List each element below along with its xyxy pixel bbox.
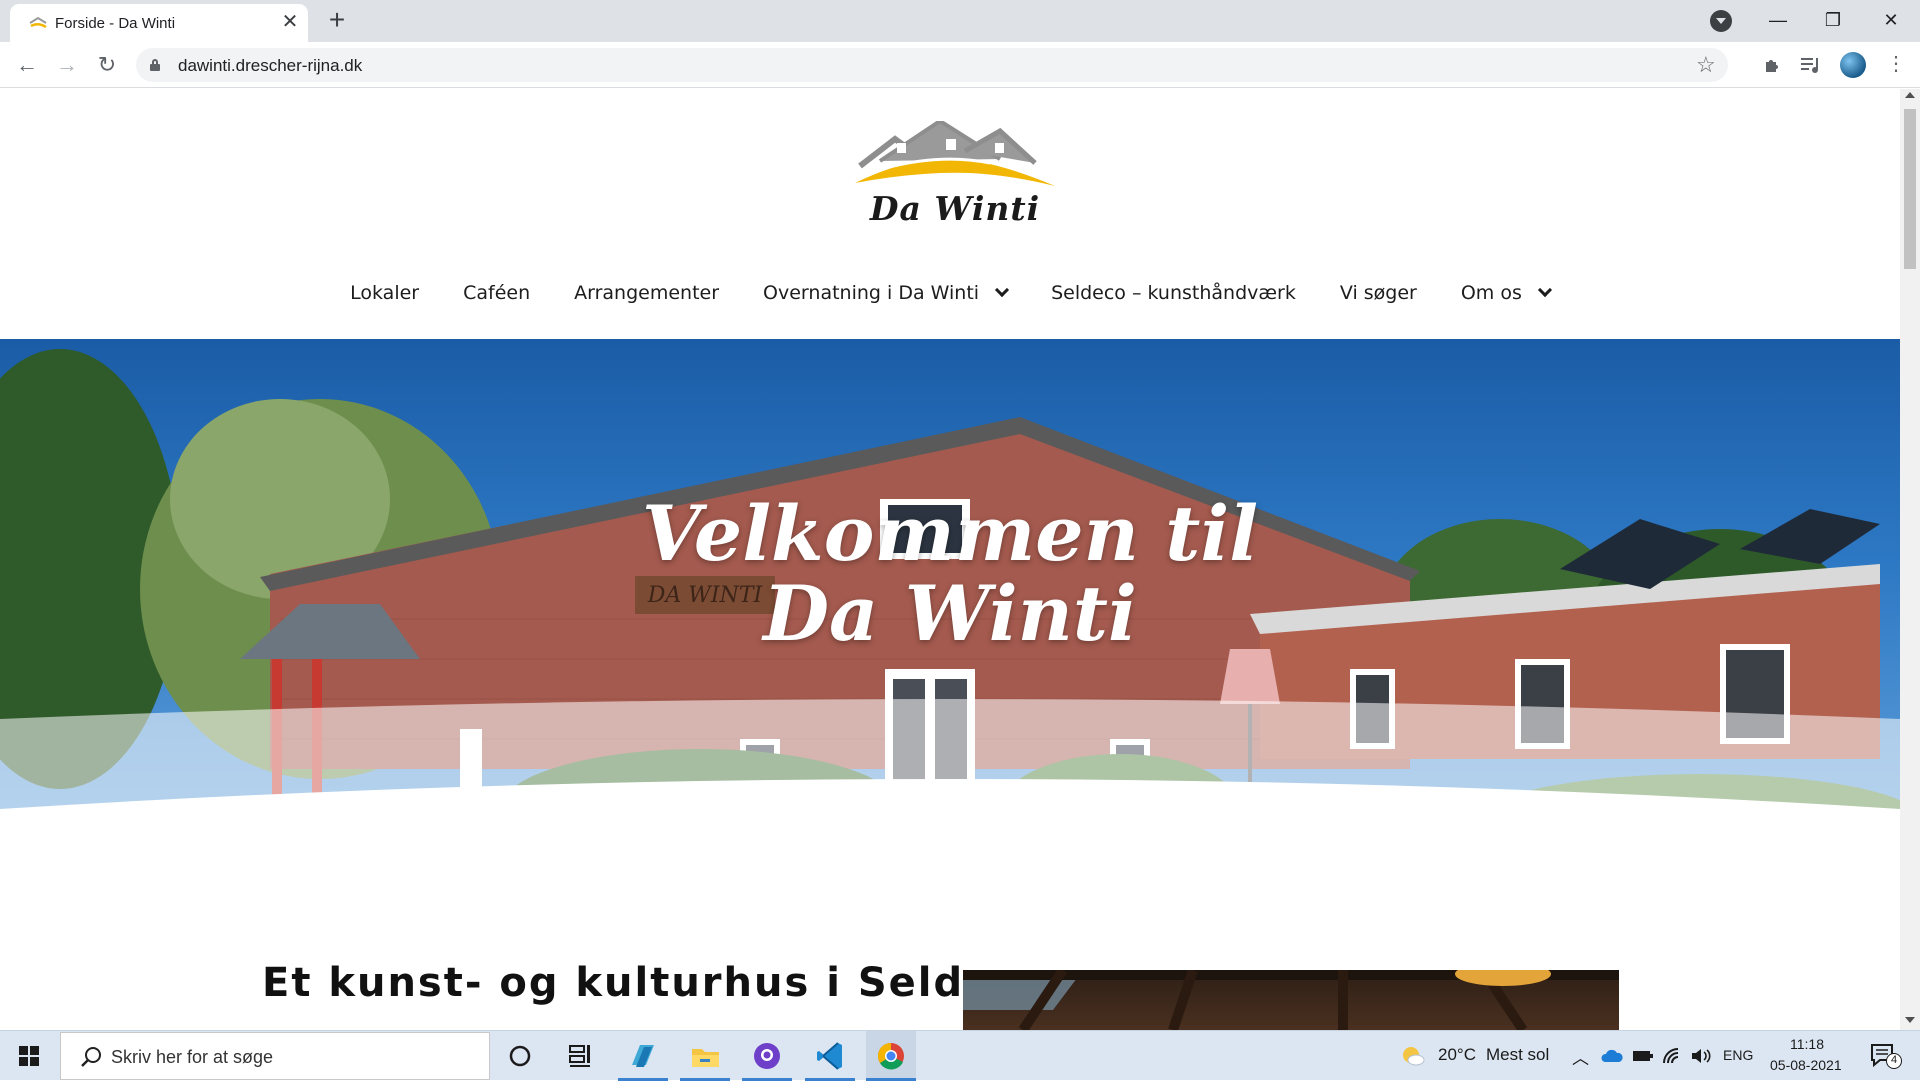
volume-icon[interactable]	[1690, 1047, 1712, 1065]
profile-avatar[interactable]	[1840, 52, 1866, 78]
tab-strip: Forside - Da Winti ✕ + — ❐ ✕	[0, 0, 1920, 42]
input-language[interactable]: ENG	[1723, 1047, 1753, 1063]
nav-item-label: Seldeco – kunsthåndværk	[1051, 282, 1296, 304]
notification-center-icon[interactable]: 4	[1868, 1041, 1902, 1071]
file-explorer-icon[interactable]	[680, 1031, 730, 1081]
lock-icon[interactable]	[150, 59, 160, 71]
weather-icon[interactable]	[1400, 1043, 1426, 1069]
taskbar: Skriv her for at søge 20°C Mest sol ︿ EN…	[0, 1030, 1920, 1081]
media-control-icon[interactable]	[1800, 55, 1822, 75]
tab-title: Forside - Da Winti	[55, 15, 176, 32]
wifi-icon[interactable]	[1662, 1047, 1682, 1065]
maximize-button[interactable]: ❐	[1810, 0, 1856, 40]
hero-banner: DA WINTI Velkommen til Da Winti	[0, 339, 1900, 832]
chevron-down-icon[interactable]	[1537, 282, 1552, 298]
nav-item-seldeco-kunsthåndværk[interactable]: Seldeco – kunsthåndværk	[1029, 275, 1318, 311]
weather-description[interactable]: Mest sol	[1486, 1045, 1549, 1065]
nav-item-arrangementer[interactable]: Arrangementer	[552, 275, 741, 311]
nav-item-label: Om os	[1460, 282, 1522, 304]
battery-icon[interactable]	[1632, 1049, 1654, 1063]
onedrive-icon[interactable]	[1600, 1048, 1624, 1064]
hero-title-line2: Da Winti	[763, 569, 1137, 658]
task-view-icon[interactable]	[555, 1031, 605, 1081]
nav-item-vi-søger[interactable]: Vi søger	[1318, 275, 1439, 311]
site-logo[interactable]: Da Winti	[850, 118, 1060, 241]
address-bar[interactable]: dawinti.drescher-rijna.dk ☆	[136, 48, 1728, 82]
search-icon	[81, 1047, 101, 1067]
browser-tab[interactable]: Forside - Da Winti ✕	[10, 4, 308, 42]
nav-item-overnatning-i-da-winti[interactable]: Overnatning i Da Winti	[741, 275, 1029, 311]
url-text[interactable]: dawinti.drescher-rijna.dk	[178, 56, 362, 76]
nav-item-lokaler[interactable]: Lokaler	[328, 275, 441, 311]
hero-title-line1: Velkommen til	[641, 489, 1259, 578]
logo-house-icon	[855, 118, 1055, 186]
nav-item-label: Caféen	[463, 282, 531, 304]
clock-time[interactable]: 11:18	[1790, 1036, 1824, 1052]
nav-item-label: Overnatning i Da Winti	[763, 282, 980, 304]
nav-item-label: Lokaler	[350, 282, 420, 304]
vscode-icon[interactable]	[805, 1031, 855, 1081]
back-arrow-icon[interactable]: ←	[12, 50, 42, 80]
scroll-up-icon[interactable]	[1905, 92, 1915, 98]
scrollbar-thumb[interactable]	[1904, 109, 1916, 269]
page-scrollbar[interactable]	[1900, 89, 1920, 1030]
hero-title: Velkommen til Da Winti	[0, 494, 1900, 654]
close-tab-icon[interactable]: ✕	[278, 10, 302, 34]
weather-temperature[interactable]: 20°C	[1438, 1045, 1476, 1065]
nav-item-label: Arrangementer	[574, 282, 720, 304]
github-desktop-icon[interactable]	[742, 1031, 792, 1081]
app-icon[interactable]	[618, 1031, 668, 1081]
interior-image	[963, 970, 1619, 1030]
notification-count-badge: 4	[1886, 1053, 1902, 1069]
chevron-down-icon[interactable]	[994, 282, 1010, 298]
clock-date[interactable]: 05-08-2021	[1770, 1057, 1842, 1073]
show-hidden-icons-chevron-icon[interactable]: ︿	[1572, 1044, 1589, 1069]
site-favicon-icon	[29, 16, 47, 29]
browser-toolbar: ← → ↻ dawinti.drescher-rijna.dk ☆ ⋮	[0, 42, 1920, 88]
logo-text: Da Winti	[869, 189, 1041, 228]
page-viewport: Da Winti Lokaler Caféen Arrangementer Overn…	[0, 89, 1900, 1030]
section-heading: Et kunst- og kulturhus i Selde	[262, 960, 994, 1006]
reload-icon[interactable]: ↻	[92, 50, 122, 80]
tab-search-icon[interactable]	[1710, 10, 1732, 32]
taskbar-search-box[interactable]: Skriv her for at søge	[60, 1032, 490, 1080]
close-window-button[interactable]: ✕	[1868, 0, 1914, 40]
star-icon[interactable]: ☆	[1696, 52, 1716, 78]
forward-arrow-icon[interactable]: →	[52, 50, 82, 80]
extensions-icon[interactable]	[1762, 55, 1782, 75]
main-navigation: Lokaler Caféen Arrangementer Overnatning i …	[0, 275, 1900, 311]
scroll-down-icon[interactable]	[1905, 1017, 1915, 1023]
chrome-icon[interactable]	[866, 1031, 916, 1081]
nav-item-label: Vi søger	[1339, 282, 1417, 304]
nav-item-om-os[interactable]: Om os	[1439, 275, 1572, 311]
cortana-icon[interactable]	[495, 1031, 545, 1081]
nav-item-caf-en[interactable]: Caféen	[441, 275, 552, 311]
new-tab-button[interactable]: +	[322, 6, 352, 36]
taskbar-search-placeholder: Skriv her for at søge	[111, 1047, 274, 1067]
windows-start-button[interactable]	[0, 1031, 58, 1081]
minimize-button[interactable]: —	[1755, 0, 1801, 40]
menu-icon[interactable]: ⋮	[1886, 52, 1906, 76]
